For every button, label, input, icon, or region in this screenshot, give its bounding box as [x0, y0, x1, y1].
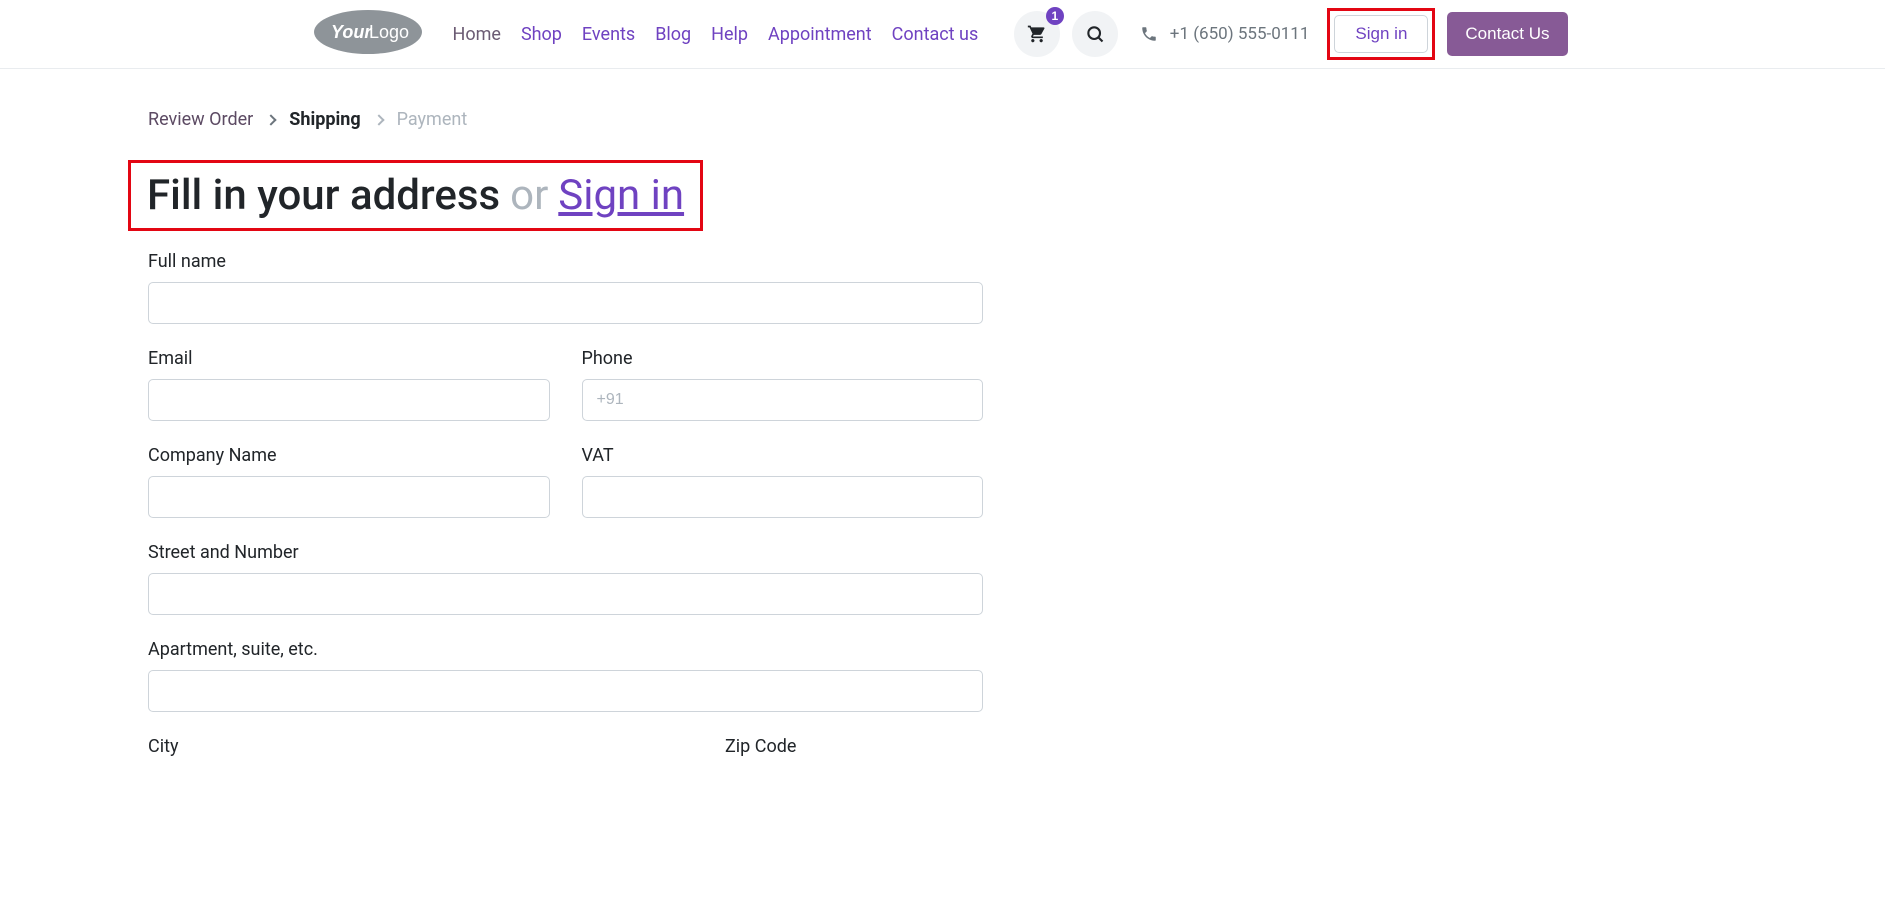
zip-label: Zip Code — [725, 736, 983, 757]
nav-appointment[interactable]: Appointment — [768, 14, 872, 55]
logo-icon: Your Logo — [313, 8, 423, 56]
city-label: City — [148, 736, 693, 757]
breadcrumb-shipping: Shipping — [289, 109, 360, 130]
breadcrumb-payment: Payment — [397, 109, 468, 130]
header-inner: Your Logo Home Shop Events Blog Help App… — [163, 8, 1723, 60]
contact-us-button[interactable]: Contact Us — [1447, 12, 1567, 56]
full-name-label: Full name — [148, 251, 983, 272]
cart-badge: 1 — [1046, 7, 1064, 25]
heading-or: or — [510, 171, 548, 220]
company-field[interactable] — [148, 476, 550, 518]
chevron-right-icon — [373, 114, 384, 125]
breadcrumb-review[interactable]: Review Order — [148, 109, 253, 130]
nav-help[interactable]: Help — [711, 14, 748, 55]
apartment-field[interactable] — [148, 670, 983, 712]
heading-text: Fill in your address — [147, 171, 500, 220]
company-label: Company Name — [148, 445, 550, 466]
heading-highlight: Fill in your address or Sign in — [128, 160, 703, 231]
full-name-field[interactable] — [148, 282, 983, 324]
content: Review Order Shipping Payment Fill in yo… — [148, 69, 1148, 767]
logo[interactable]: Your Logo — [313, 8, 423, 60]
svg-text:Your: Your — [331, 22, 372, 42]
nav-shop[interactable]: Shop — [521, 14, 562, 55]
email-field[interactable] — [148, 379, 550, 421]
phone-wrap: +1 (650) 555-0111 — [1140, 24, 1310, 44]
vat-label: VAT — [582, 445, 984, 466]
nav-home[interactable]: Home — [453, 14, 501, 55]
phone-icon — [1140, 25, 1158, 43]
cart-icon — [1027, 24, 1047, 44]
phone-label: Phone — [582, 348, 984, 369]
phone-number[interactable]: +1 (650) 555-0111 — [1170, 24, 1310, 44]
nav-events[interactable]: Events — [582, 14, 635, 55]
search-icon — [1085, 24, 1105, 44]
vat-field[interactable] — [582, 476, 984, 518]
header-right: 1 +1 (650) 555-0111 Sign in Contact Us — [1014, 8, 1703, 60]
svg-text:Logo: Logo — [369, 22, 409, 42]
main-nav: Home Shop Events Blog Help Appointment C… — [453, 14, 979, 55]
apartment-label: Apartment, suite, etc. — [148, 639, 983, 660]
address-form: Full name Email Phone Company Name VAT — [148, 251, 983, 767]
header: Your Logo Home Shop Events Blog Help App… — [0, 0, 1885, 69]
search-button[interactable] — [1072, 11, 1118, 57]
page-heading: Fill in your address or Sign in — [147, 171, 684, 220]
chevron-right-icon — [266, 114, 277, 125]
signin-button[interactable]: Sign in — [1334, 15, 1428, 53]
cart-button[interactable]: 1 — [1014, 11, 1060, 57]
signin-highlight: Sign in — [1327, 8, 1435, 60]
heading-signin-link[interactable]: Sign in — [558, 171, 684, 220]
nav-blog[interactable]: Blog — [655, 14, 691, 55]
email-label: Email — [148, 348, 550, 369]
street-field[interactable] — [148, 573, 983, 615]
street-label: Street and Number — [148, 542, 983, 563]
phone-field[interactable] — [582, 379, 984, 421]
breadcrumb: Review Order Shipping Payment — [148, 109, 1148, 130]
nav-contact[interactable]: Contact us — [892, 14, 979, 55]
